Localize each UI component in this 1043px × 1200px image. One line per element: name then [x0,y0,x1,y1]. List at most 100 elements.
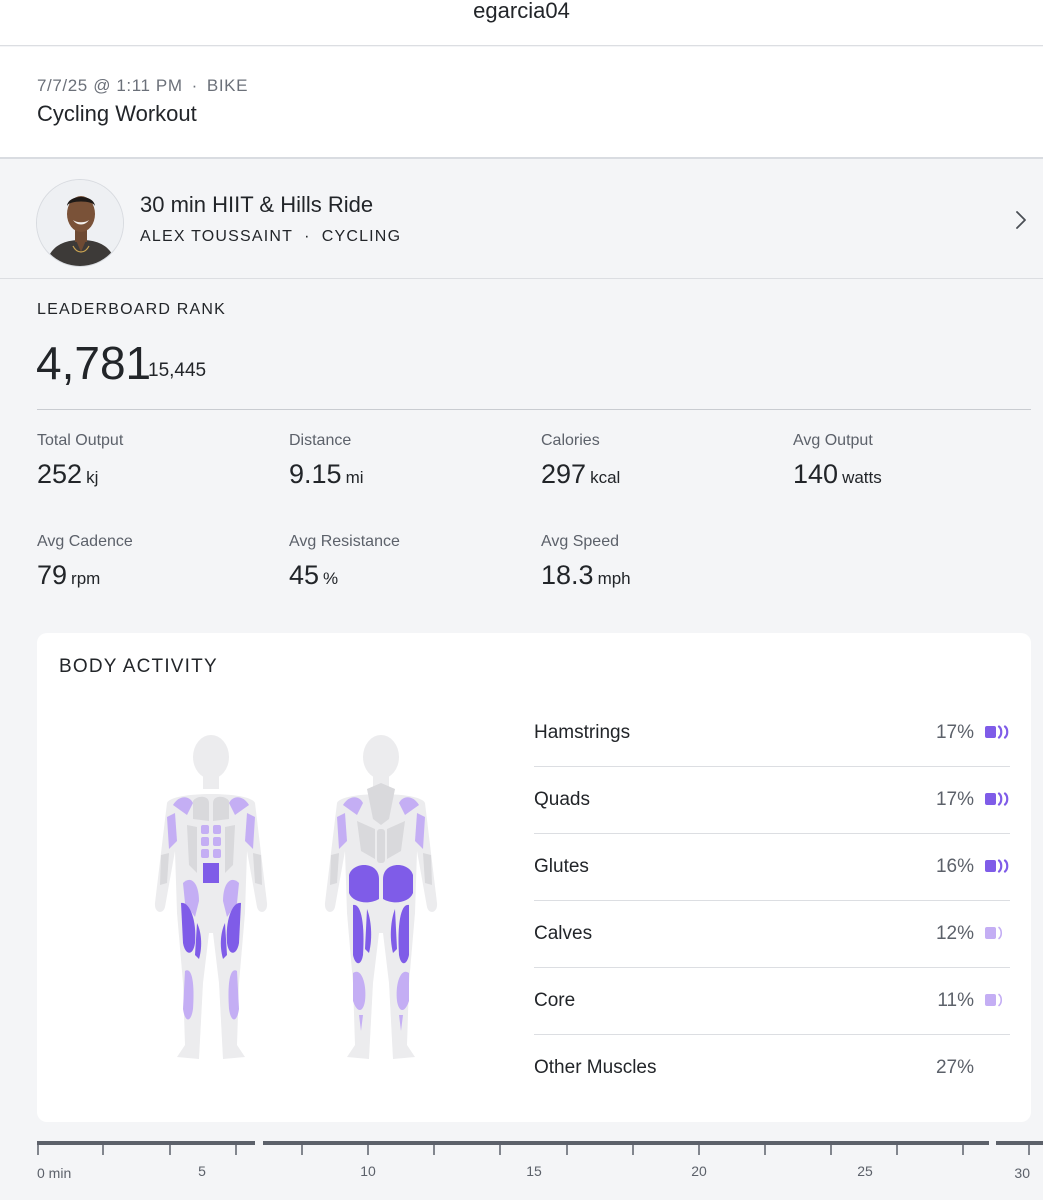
subtitle-separator: · [304,228,311,245]
metric-value: 45 [289,560,320,590]
intensity-arc [1003,792,1009,806]
intensity-arc [997,859,1003,873]
top-bar: egarcia04 [0,0,1043,46]
meta-separator: · [191,76,198,95]
muscle-percent: 11% [937,990,974,1011]
workout-header: 7/7/25 @ 1:11 PM · BIKE Cycling Workout [0,47,1043,159]
intensity-bar [985,793,996,805]
metric-label: Distance [289,432,352,449]
muscle-percent: 27% [935,1057,974,1078]
intensity-bars-icon [985,792,1009,806]
intensity-bars-icon [985,926,1003,940]
intensity-bar [985,860,996,872]
intensity-arc [997,792,1003,806]
metric-label: Avg Output [793,432,873,449]
metric-unit: mi [345,468,364,487]
muscle-name: Calves [534,923,593,944]
muscle-row-core: Core 11% [534,968,1010,1035]
muscle-percent: 16% [935,856,974,877]
divider [37,409,1031,410]
workout-date: 7/7/25 @ 1:11 PM [37,76,183,95]
muscle-percent: 12% [935,923,974,944]
intensity-arc [1003,859,1009,873]
timeline-label: 25 [857,1163,873,1179]
metric-avg-speed: Avg Speed 18.3 mph [541,533,781,591]
metric-value: 297 [541,459,587,489]
metric-value: 79 [37,560,68,590]
metric-avg-resistance: Avg Resistance 45% [289,533,529,591]
instructor-avatar [36,179,124,267]
metric-label: Calories [541,432,600,449]
timeline-label: 30 [1014,1165,1030,1181]
chevron-right-icon[interactable] [1013,209,1029,231]
intensity-arc [998,926,1003,940]
muscle-name: Other Muscles [534,1057,657,1078]
muscle-name: Quads [534,789,590,810]
metric-value: 18.3 [541,560,594,590]
muscle-row-other: Other Muscles 27% [534,1035,1010,1102]
body-map-icon [154,735,438,1059]
class-row[interactable]: 30 min HIIT & Hills Ride ALEX TOUSSAINT ·… [0,161,1043,279]
workout-meta: 7/7/25 @ 1:11 PM · BIKE [37,76,248,96]
intensity-arc [998,993,1003,1007]
leaderboard-label: LEADERBOARD RANK [37,301,227,318]
intensity-bars-icon [985,993,1003,1007]
username: egarcia04 [473,0,570,23]
metric-value: 252 [37,459,83,489]
workout-discipline: BIKE [206,76,249,95]
metric-total-output: Total Output 252 kj [37,432,277,490]
metric-value: 140 [793,459,839,489]
intensity-bar [985,726,996,738]
leaderboard-rank: 4,781 [36,337,152,389]
class-title: 30 min HIIT & Hills Ride [140,192,374,217]
body-back-figure [324,735,438,1059]
intensity-arc [997,725,1003,739]
metric-distance: Distance 9.15 mi [289,432,529,490]
metric-label: Avg Speed [541,533,619,550]
timeline-label: 10 [360,1163,376,1179]
timeline-segment [37,1141,255,1145]
class-category: CYCLING [321,228,402,245]
muscle-percent: 17% [935,789,974,810]
metric-calories: Calories 297 kcal [541,432,781,490]
muscle-name: Glutes [534,856,589,877]
muscle-row-hamstrings: Hamstrings 17% [534,700,1010,767]
leaderboard-total: 15,445 [148,360,207,381]
workout-timeline: 0 min 5 10 15 20 25 30 [37,1141,1043,1181]
metric-value: 9.15 [289,459,342,489]
timeline-segment [996,1141,1043,1145]
timeline-segment [263,1141,989,1145]
metric-unit: watts [842,468,882,487]
timeline-label: 15 [526,1163,542,1179]
intensity-bars-icon [985,725,1009,739]
muscle-name: Core [534,990,576,1011]
metric-label: Avg Resistance [289,533,400,550]
muscle-percent: 17% [935,722,974,743]
metric-label: Avg Cadence [37,533,133,550]
intensity-bars-icon [985,859,1009,873]
muscle-row-calves: Calves 12% [534,901,1010,968]
body-activity-title: BODY ACTIVITY [59,656,218,677]
metric-unit: kj [86,468,99,487]
metric-unit: % [323,569,339,588]
metric-unit: mph [597,569,631,588]
metric-unit: kcal [590,468,621,487]
metric-unit: rpm [71,569,101,588]
metric-avg-output: Avg Output 140 watts [793,432,1033,490]
timeline-label: 0 min [37,1165,71,1181]
timeline-label: 20 [691,1163,707,1179]
muscle-name: Hamstrings [534,722,631,743]
intensity-arc [1003,725,1009,739]
metric-label: Total Output [37,432,124,449]
body-activity-card: BODY ACTIVITY Hamstrings 17% Quads 17% G… [37,633,1031,1122]
body-front-figure [154,735,268,1059]
instructor-name: ALEX TOUSSAINT [140,228,294,245]
timeline-label: 5 [198,1163,206,1179]
class-subtitle: ALEX TOUSSAINT · CYCLING [140,228,401,246]
intensity-bar [985,994,996,1006]
muscle-row-quads: Quads 17% [534,767,1010,834]
muscle-row-glutes: Glutes 16% [534,834,1010,901]
intensity-bar [985,927,996,939]
metric-avg-cadence: Avg Cadence 79 rpm [37,533,277,591]
workout-title: Cycling Workout [37,101,197,126]
